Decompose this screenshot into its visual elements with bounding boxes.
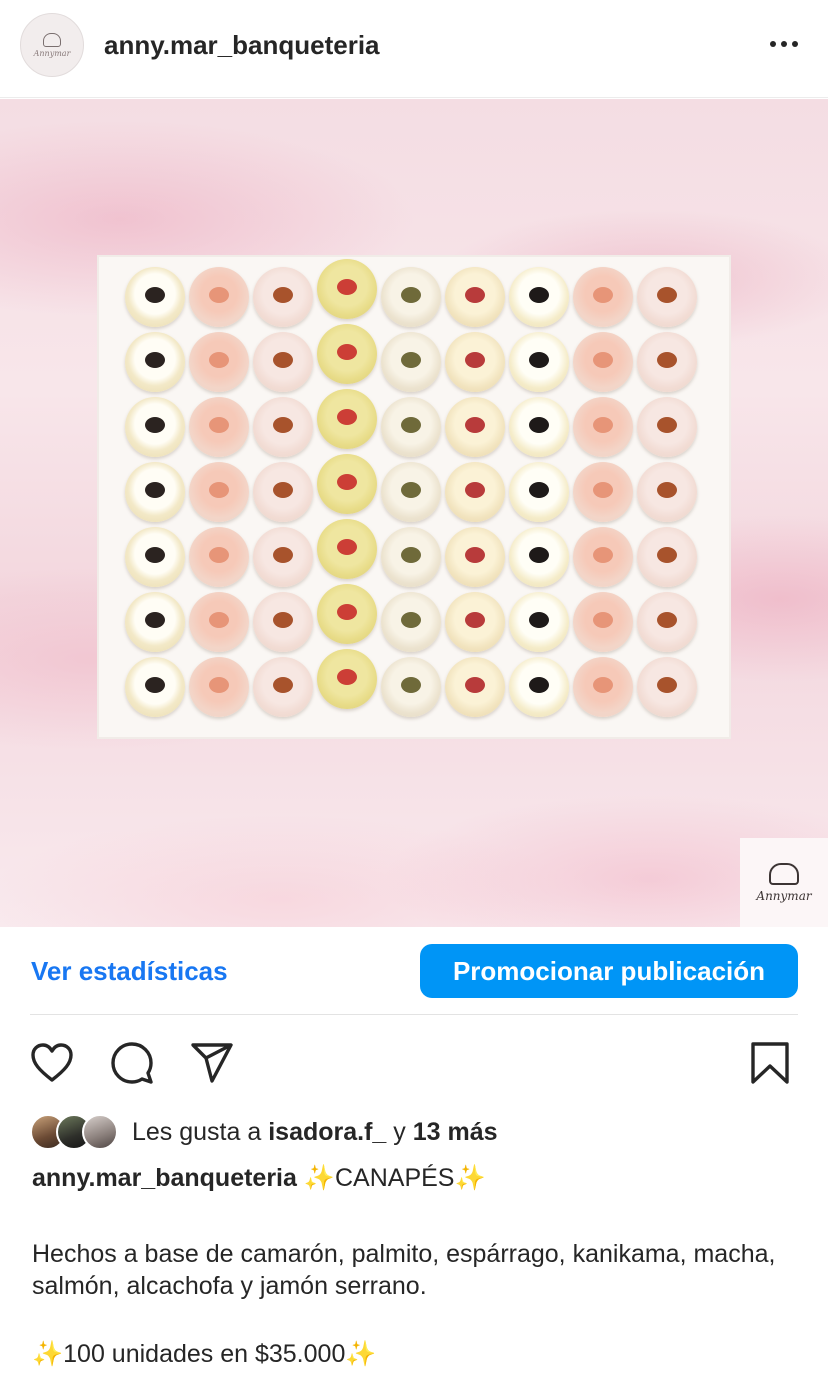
canape-ham-almond — [253, 527, 313, 587]
canape-salmon-avocado — [317, 324, 377, 384]
canape-caper — [381, 527, 441, 587]
avatar-brand: Annymar — [33, 48, 71, 58]
caption-price-line: ✨100 unidades en $35.000✨ — [32, 1340, 376, 1369]
comment-icon[interactable] — [109, 1040, 155, 1086]
caption-body: Hechos a base de camarón, palmito, espár… — [32, 1240, 776, 1300]
divider — [30, 1014, 798, 1015]
canape-shrimp — [189, 267, 249, 327]
canape-ham-almond — [253, 657, 313, 717]
liker-avatars — [30, 1114, 122, 1150]
canape-shrimp — [189, 527, 249, 587]
canape-egg-olive — [125, 657, 185, 717]
sparkle-emoji: ✨ — [32, 1340, 64, 1368]
canape-egg-olive — [509, 267, 569, 327]
canape-ham-almond — [637, 592, 697, 652]
canape-ham-almond — [253, 267, 313, 327]
canape-ham-almond — [637, 527, 697, 587]
caption-header: anny.mar_banqueteria ✨CANAPÉS✨ — [32, 1164, 486, 1193]
caption-price: 100 unidades en $35.000 — [63, 1340, 346, 1368]
canape-ham-almond — [253, 332, 313, 392]
liker-username[interactable]: isadora.f_ — [268, 1118, 386, 1146]
canape-shrimp — [189, 397, 249, 457]
avatar — [82, 1114, 118, 1150]
canape-egg-olive — [509, 397, 569, 457]
canape-caper — [381, 397, 441, 457]
canape-salmon-avocado — [317, 649, 377, 709]
caption-title: CANAPÉS — [335, 1164, 455, 1192]
canape-shrimp — [573, 397, 633, 457]
canape-salmon-avocado — [317, 389, 377, 449]
likes-prefix: Les gusta a — [132, 1117, 262, 1146]
canape-caper — [381, 332, 441, 392]
canape-shrimp — [573, 332, 633, 392]
view-insights-link[interactable]: Ver estadísticas — [31, 956, 228, 987]
sparkle-emoji: ✨ — [454, 1164, 486, 1192]
canape-ham-almond — [637, 267, 697, 327]
canape-egg-olive — [125, 332, 185, 392]
canape-shrimp — [189, 592, 249, 652]
canape-ham-almond — [253, 462, 313, 522]
canape-jamon — [445, 527, 505, 587]
caption-username[interactable]: anny.mar_banqueteria — [32, 1164, 297, 1192]
canape-shrimp — [573, 527, 633, 587]
canape-caper — [381, 462, 441, 522]
canape-egg-olive — [509, 332, 569, 392]
canape-caper — [381, 267, 441, 327]
canape-ham-almond — [637, 397, 697, 457]
canape-shrimp — [189, 462, 249, 522]
canape-shrimp — [573, 592, 633, 652]
canape-shrimp — [189, 332, 249, 392]
likes-text: Les gusta a isadora.f_ y 13 más — [132, 1118, 498, 1147]
chef-hat-icon — [43, 32, 61, 47]
likes-connector: y — [393, 1117, 406, 1146]
canape-shrimp — [573, 267, 633, 327]
canape-ham-almond — [637, 462, 697, 522]
canape-caper — [381, 592, 441, 652]
post-image[interactable]: Annymar — [0, 99, 828, 927]
chef-hat-icon — [769, 862, 799, 885]
canape-shrimp — [189, 657, 249, 717]
post-header: Annymar anny.mar_banqueteria — [0, 0, 828, 98]
canape-shrimp — [573, 657, 633, 717]
canape-ham-almond — [253, 397, 313, 457]
sparkle-emoji: ✨ — [303, 1164, 335, 1192]
canape-ham-almond — [637, 332, 697, 392]
canape-tray — [97, 255, 731, 739]
canape-egg-olive — [509, 592, 569, 652]
canape-egg-olive — [509, 527, 569, 587]
more-options-icon[interactable] — [766, 34, 802, 54]
canape-salmon-avocado — [317, 519, 377, 579]
canape-jamon — [445, 397, 505, 457]
heart-icon[interactable] — [29, 1040, 75, 1086]
sparkle-emoji: ✨ — [345, 1340, 377, 1368]
canape-ham-almond — [637, 657, 697, 717]
canape-egg-olive — [125, 267, 185, 327]
canape-jamon — [445, 267, 505, 327]
canape-egg-olive — [509, 462, 569, 522]
canape-egg-olive — [125, 462, 185, 522]
canape-caper — [381, 657, 441, 717]
likes-row[interactable]: Les gusta a isadora.f_ y 13 más — [30, 1112, 498, 1152]
canape-egg-olive — [125, 397, 185, 457]
canape-jamon — [445, 592, 505, 652]
canape-salmon-avocado — [317, 454, 377, 514]
post-username[interactable]: anny.mar_banqueteria — [104, 30, 380, 61]
promote-post-button[interactable]: Promocionar publicación — [420, 944, 798, 998]
watermark-brand: Annymar — [756, 888, 812, 903]
canape-salmon-avocado — [317, 259, 377, 319]
profile-avatar[interactable]: Annymar — [20, 13, 84, 77]
canape-egg-olive — [125, 592, 185, 652]
canape-egg-olive — [509, 657, 569, 717]
canape-jamon — [445, 657, 505, 717]
canape-egg-olive — [125, 527, 185, 587]
share-icon[interactable] — [189, 1040, 235, 1086]
canape-salmon-avocado — [317, 584, 377, 644]
canape-shrimp — [573, 462, 633, 522]
canape-jamon — [445, 462, 505, 522]
canape-jamon — [445, 332, 505, 392]
watermark-logo: Annymar — [740, 838, 828, 927]
likes-count[interactable]: 13 más — [413, 1118, 498, 1146]
bookmark-icon[interactable] — [747, 1040, 793, 1086]
canape-ham-almond — [253, 592, 313, 652]
